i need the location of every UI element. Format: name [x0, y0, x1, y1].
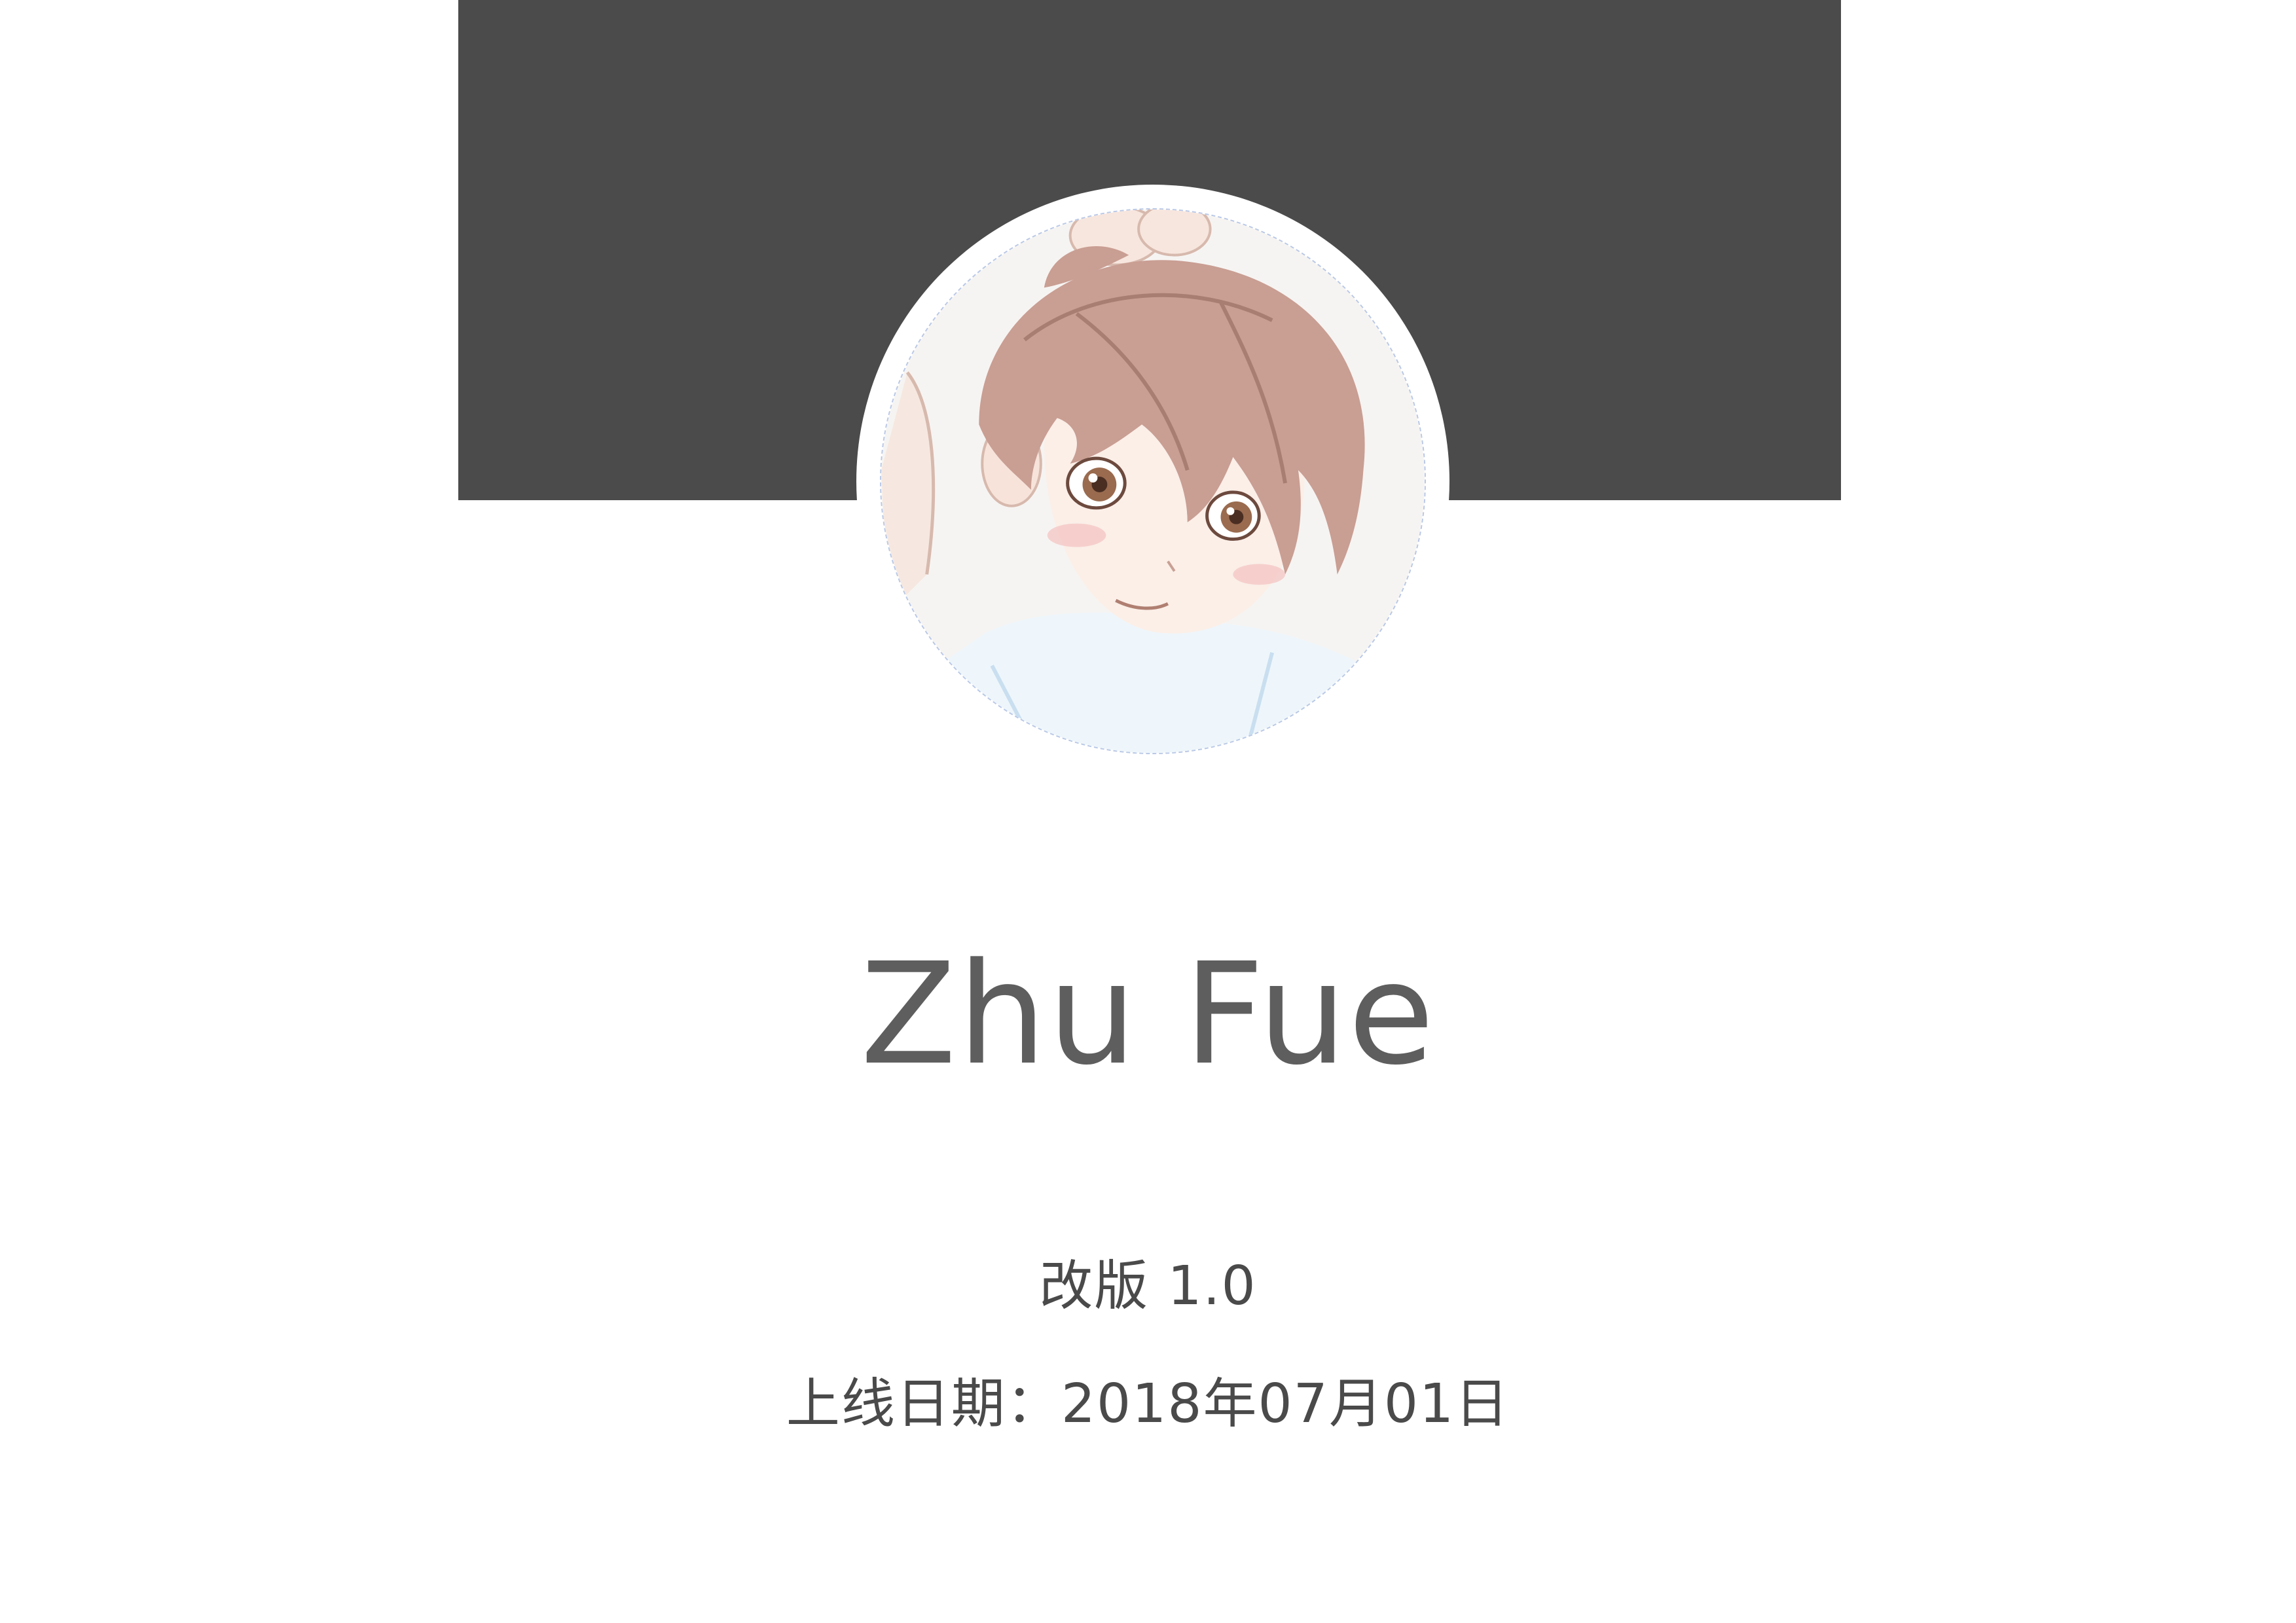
profile-page: Zhu Fue 改版 1.0 上线日期：2018年07月01日: [0, 0, 2296, 1623]
user-name: Zhu Fue: [860, 933, 1436, 1096]
version-label: 改版 1.0: [1039, 1255, 1257, 1317]
avatar[interactable]: [856, 185, 1449, 778]
anime-girl-avatar-icon: [880, 208, 1426, 754]
launch-date-label: 上线日期：2018年07月01日: [786, 1373, 1510, 1435]
